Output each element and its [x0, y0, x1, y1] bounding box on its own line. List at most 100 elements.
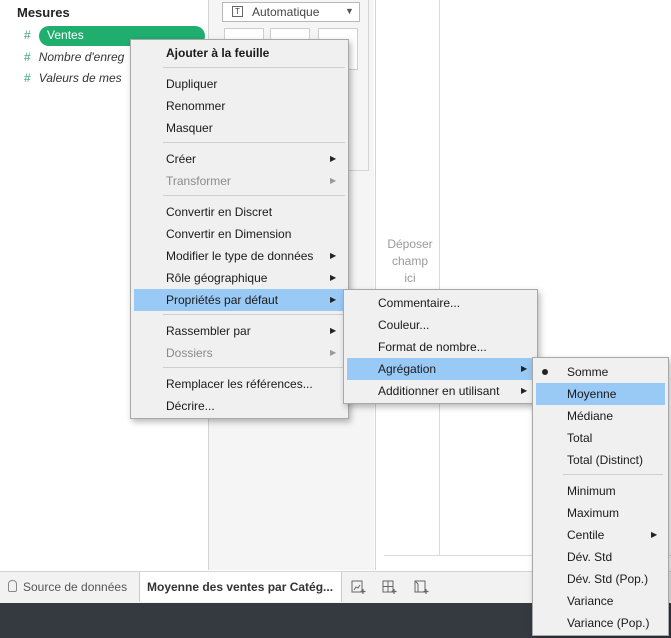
menu-item-label: Couleur... — [378, 318, 430, 332]
menu-item-minimum[interactable]: Minimum — [533, 480, 668, 502]
menu-item-change-data-type[interactable]: Modifier le type de données ▶ — [131, 245, 348, 267]
selected-bullet-icon — [542, 369, 548, 375]
menu-item-aggregation[interactable]: Agrégation ▶ — [347, 358, 534, 380]
menu-item-label: Dossiers — [166, 346, 213, 360]
menu-item-color[interactable]: Couleur... — [344, 314, 537, 336]
menu-separator — [163, 67, 345, 68]
menu-item-label: Total (Distinct) — [567, 453, 644, 467]
field-valeurs-mesures[interactable]: # Valeurs de mes — [24, 68, 122, 88]
new-worksheet-icon — [351, 580, 366, 594]
menu-item-median[interactable]: Médiane — [533, 405, 668, 427]
menu-item-label: Commentaire... — [378, 296, 461, 310]
aggregation-submenu: Somme Moyenne Médiane Total Total (Disti… — [532, 357, 669, 636]
menu-item-label: Propriétés par défaut — [166, 293, 279, 307]
menu-item-label: Créer — [166, 152, 197, 166]
submenu-arrow-icon: ▶ — [330, 176, 337, 185]
menu-item-label: Remplacer les références... — [166, 377, 313, 391]
menu-item-label: Rassembler par — [166, 324, 251, 338]
menu-item-label: Additionner en utilisant — [378, 384, 500, 398]
submenu-arrow-icon: ▶ — [651, 530, 658, 539]
menu-item-sum[interactable]: Somme — [533, 361, 668, 383]
menu-item-label: Maximum — [567, 506, 620, 520]
menu-item-percentile[interactable]: Centile ▶ — [533, 524, 668, 546]
menu-item-variance-pop[interactable]: Variance (Pop.) — [533, 612, 668, 634]
new-dashboard-icon — [382, 580, 397, 594]
menu-item-hide[interactable]: Masquer — [131, 117, 348, 139]
submenu-arrow-icon: ▶ — [521, 386, 528, 395]
new-dashboard-button[interactable] — [376, 575, 404, 599]
menu-item-group-by[interactable]: Rassembler par ▶ — [131, 320, 348, 342]
menu-item-label: Variance (Pop.) — [567, 616, 650, 630]
measure-icon: # — [24, 50, 31, 64]
menu-item-geographic-role[interactable]: Rôle géographique ▶ — [131, 267, 348, 289]
menu-item-label: Moyenne — [567, 387, 617, 401]
menu-separator — [163, 367, 345, 368]
submenu-arrow-icon: ▶ — [330, 154, 337, 163]
menu-item-label: Renommer — [166, 99, 226, 113]
new-story-button[interactable] — [408, 575, 436, 599]
menu-separator — [163, 142, 345, 143]
menu-item-add-to-sheet[interactable]: Ajouter à la feuille — [131, 42, 348, 64]
menu-item-label: Modifier le type de données — [166, 249, 314, 263]
menu-item-convert-discrete[interactable]: Convertir en Discret — [131, 201, 348, 223]
menu-item-duplicate[interactable]: Dupliquer — [131, 73, 348, 95]
new-story-icon — [414, 580, 429, 594]
menu-item-variance[interactable]: Variance — [533, 590, 668, 612]
menu-item-label: Agrégation — [378, 362, 437, 376]
menu-item-std-dev[interactable]: Dév. Std — [533, 546, 668, 568]
menu-item-label: Médiane — [567, 409, 614, 423]
drop-field-zone[interactable]: Déposer champ ici — [380, 236, 440, 287]
menu-item-default-properties[interactable]: Propriétés par défaut ▶ — [134, 289, 345, 311]
menu-item-number-format[interactable]: Format de nombre... — [344, 336, 537, 358]
menu-item-label: Décrire... — [166, 399, 215, 413]
menu-item-label: Convertir en Dimension — [166, 227, 292, 241]
measures-header: Mesures — [17, 5, 70, 20]
menu-item-label: Dév. Std (Pop.) — [567, 572, 649, 586]
menu-item-replace-references[interactable]: Remplacer les références... — [131, 373, 348, 395]
database-icon — [8, 580, 17, 592]
mark-type-label: Automatique — [252, 5, 320, 19]
measure-icon: # — [24, 71, 31, 85]
menu-item-average[interactable]: Moyenne — [536, 383, 665, 405]
field-nombre-enregistrements[interactable]: # Nombre d'enreg — [24, 47, 124, 67]
submenu-arrow-icon: ▶ — [330, 295, 337, 304]
menu-item-label: Masquer — [166, 121, 213, 135]
field-label: Nombre d'enreg — [38, 50, 125, 64]
submenu-arrow-icon: ▶ — [330, 348, 337, 357]
text-mark-icon: T — [232, 6, 243, 17]
menu-item-count-distinct[interactable]: Total (Distinct) — [533, 449, 668, 471]
menu-separator — [563, 474, 663, 475]
menu-item-comment[interactable]: Commentaire... — [344, 292, 537, 314]
field-label: Valeurs de mes — [38, 71, 122, 85]
menu-item-label: Convertir en Discret — [166, 205, 273, 219]
tab-data-source-label: Source de données — [23, 580, 128, 594]
menu-item-maximum[interactable]: Maximum — [533, 502, 668, 524]
measure-icon: # — [24, 28, 31, 42]
menu-item-label: Minimum — [567, 484, 616, 498]
menu-item-transform: Transformer ▶ — [131, 170, 348, 192]
submenu-arrow-icon: ▶ — [330, 273, 337, 282]
menu-item-describe[interactable]: Décrire... — [131, 395, 348, 417]
menu-item-label: Dév. Std — [567, 550, 613, 564]
menu-item-total-using[interactable]: Additionner en utilisant ▶ — [344, 380, 537, 402]
menu-item-label: Format de nombre... — [378, 340, 487, 354]
menu-item-label: Rôle géographique — [166, 271, 268, 285]
menu-item-label: Transformer — [166, 174, 231, 188]
menu-item-label: Somme — [567, 365, 609, 379]
menu-separator — [163, 195, 345, 196]
submenu-arrow-icon: ▶ — [330, 251, 337, 260]
drop-zone-text: ici — [404, 271, 416, 285]
submenu-arrow-icon: ▶ — [521, 364, 528, 373]
menu-item-count[interactable]: Total — [533, 427, 668, 449]
menu-item-create[interactable]: Créer ▶ — [131, 148, 348, 170]
menu-item-rename[interactable]: Renommer — [131, 95, 348, 117]
menu-separator — [163, 314, 345, 315]
menu-item-label: Centile — [567, 528, 605, 542]
new-worksheet-button[interactable] — [345, 575, 373, 599]
menu-item-std-dev-pop[interactable]: Dév. Std (Pop.) — [533, 568, 668, 590]
menu-item-label: Total — [567, 431, 593, 445]
drop-zone-text: champ — [391, 254, 429, 268]
tab-sheet-label: Moyenne des ventes par Catég... — [147, 580, 334, 594]
drop-zone-text: Déposer — [387, 237, 433, 251]
menu-item-convert-dimension[interactable]: Convertir en Dimension — [131, 223, 348, 245]
